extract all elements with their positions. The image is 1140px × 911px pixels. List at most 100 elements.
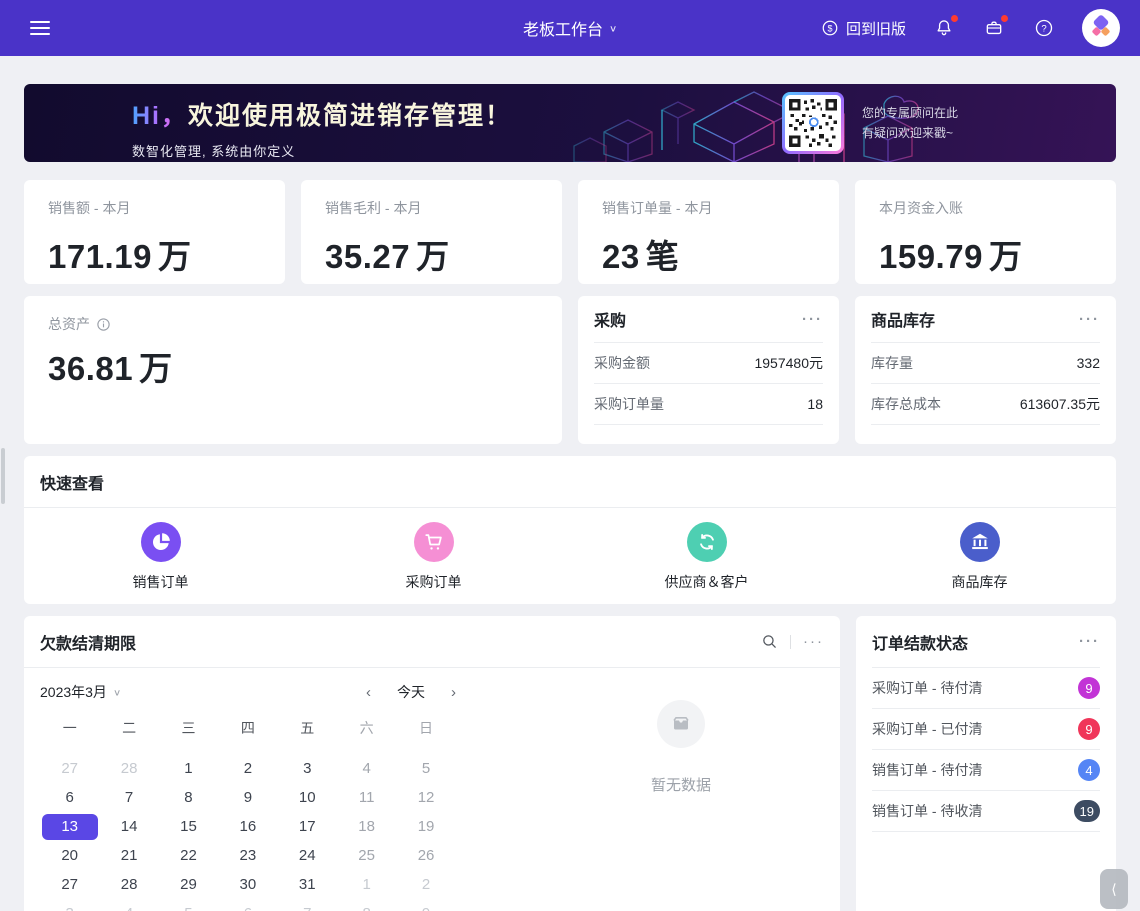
back-to-old-version-button[interactable]: $ 回到旧版 bbox=[821, 18, 906, 39]
calendar-day[interactable]: 22 bbox=[159, 841, 218, 870]
calendar-day[interactable]: 27 bbox=[40, 754, 99, 783]
calendar-day[interactable]: 2 bbox=[396, 870, 455, 899]
calendar-day[interactable]: 26 bbox=[396, 841, 455, 870]
inbox-icon bbox=[669, 712, 693, 736]
calendar-day[interactable]: 1 bbox=[337, 870, 396, 899]
stat-card-gross-profit[interactable]: 销售毛利 - 本月 35.27万 bbox=[301, 180, 562, 284]
status-badge: 9 bbox=[1078, 718, 1100, 740]
divider bbox=[790, 635, 791, 649]
calendar-day[interactable]: 4 bbox=[99, 899, 158, 911]
empty-state: 暂无数据 bbox=[616, 700, 746, 795]
status-row-sales-unreceived[interactable]: 销售订单 - 待收清 19 bbox=[872, 791, 1100, 832]
status-row-purchase-unpaid[interactable]: 采购订单 - 待付清 9 bbox=[872, 668, 1100, 709]
calendar-day[interactable]: 30 bbox=[218, 870, 277, 899]
calendar-day[interactable]: 20 bbox=[40, 841, 99, 870]
calendar-day[interactable]: 23 bbox=[218, 841, 277, 870]
workspace-title-dropdown[interactable]: 老板工作台 ∨ bbox=[523, 16, 617, 40]
status-row-purchase-paid[interactable]: 采购订单 - 已付清 9 bbox=[872, 709, 1100, 750]
calendar-day[interactable]: 28 bbox=[99, 870, 158, 899]
stat-card-order-count[interactable]: 销售订单量 - 本月 23笔 bbox=[578, 180, 839, 284]
calendar-day[interactable]: 14 bbox=[99, 812, 158, 841]
drawer-collapse-handle[interactable]: ⟨ bbox=[1100, 869, 1128, 909]
dollar-circle-icon: $ bbox=[821, 19, 839, 37]
quick-item-sales-orders[interactable]: 销售订单 bbox=[24, 522, 297, 592]
calendar-day[interactable]: 5 bbox=[396, 754, 455, 783]
info-icon[interactable] bbox=[96, 317, 111, 332]
calendar-day[interactable]: 12 bbox=[396, 783, 455, 812]
today-button[interactable]: 今天 bbox=[397, 682, 425, 702]
sync-icon bbox=[687, 522, 727, 562]
calendar-day[interactable]: 9 bbox=[218, 783, 277, 812]
more-icon[interactable]: ··· bbox=[1079, 312, 1100, 327]
calendar-day[interactable]: 1 bbox=[159, 754, 218, 783]
banner-subtitle: 数智化管理, 系统由你定义 bbox=[132, 141, 512, 160]
calendar-day[interactable]: 19 bbox=[396, 812, 455, 841]
calendar-day[interactable]: 24 bbox=[278, 841, 337, 870]
bell-icon bbox=[934, 18, 954, 38]
weekday-label: 日 bbox=[396, 714, 455, 742]
status-badge: 9 bbox=[1078, 677, 1100, 699]
calendar-day[interactable]: 18 bbox=[337, 812, 396, 841]
purchase-card: 采购 ··· 采购金额1957480元 采购订单量18 bbox=[578, 296, 839, 444]
help-icon: ? bbox=[1034, 18, 1054, 38]
search-icon[interactable] bbox=[761, 633, 778, 650]
calendar-day[interactable]: 3 bbox=[278, 754, 337, 783]
help-button[interactable]: ? bbox=[1032, 16, 1056, 40]
quick-item-purchase-orders[interactable]: 采购订单 bbox=[297, 522, 570, 592]
calendar-day[interactable]: 3 bbox=[40, 899, 99, 911]
briefcase-icon bbox=[984, 18, 1004, 38]
debt-deadline-card: 欠款结清期限 ··· 2023年3月 ∨ bbox=[24, 616, 840, 911]
stat-value: 171.19万 bbox=[48, 230, 261, 278]
stats-row: 销售额 - 本月 171.19万 销售毛利 - 本月 35.27万 销售订单量 … bbox=[24, 180, 1116, 284]
quick-item-suppliers-customers[interactable]: 供应商＆客户 bbox=[570, 522, 843, 592]
calendar-day[interactable]: 6 bbox=[40, 783, 99, 812]
calendar-day[interactable]: 11 bbox=[337, 783, 396, 812]
calendar-day[interactable]: 13 bbox=[40, 812, 99, 841]
calendar-day[interactable]: 8 bbox=[337, 899, 396, 911]
calendar-day[interactable]: 17 bbox=[278, 812, 337, 841]
calendar-day[interactable]: 7 bbox=[99, 783, 158, 812]
stat-label: 销售订单量 - 本月 bbox=[602, 198, 815, 218]
calendar-day[interactable]: 9 bbox=[396, 899, 455, 911]
calendar-days: 2728123456789101112131415161718192021222… bbox=[40, 754, 456, 911]
status-row-sales-unpaid[interactable]: 销售订单 - 待付清 4 bbox=[872, 750, 1100, 791]
next-month-button[interactable]: › bbox=[451, 684, 456, 701]
calendar-day[interactable]: 25 bbox=[337, 841, 396, 870]
more-icon[interactable]: ··· bbox=[1079, 634, 1100, 649]
calendar-day[interactable]: 2 bbox=[218, 754, 277, 783]
stat-card-funds-in[interactable]: 本月资金入账 159.79万 bbox=[855, 180, 1116, 284]
workbench-dot bbox=[1001, 15, 1008, 22]
calendar-day[interactable]: 16 bbox=[218, 812, 277, 841]
svg-text:$: $ bbox=[827, 23, 832, 33]
calendar-day[interactable]: 15 bbox=[159, 812, 218, 841]
more-icon[interactable]: ··· bbox=[802, 312, 823, 327]
calendar-day[interactable]: 7 bbox=[278, 899, 337, 911]
workbench-button[interactable] bbox=[982, 16, 1006, 40]
calendar-day[interactable]: 29 bbox=[159, 870, 218, 899]
avatar[interactable] bbox=[1082, 9, 1120, 47]
calendar-day[interactable]: 10 bbox=[278, 783, 337, 812]
calendar-day[interactable]: 21 bbox=[99, 841, 158, 870]
menu-icon[interactable] bbox=[30, 17, 50, 39]
calendar-day[interactable]: 8 bbox=[159, 783, 218, 812]
quick-item-inventory[interactable]: 商品库存 bbox=[843, 522, 1116, 592]
calendar-day[interactable]: 6 bbox=[218, 899, 277, 911]
qr-code bbox=[782, 92, 844, 154]
stat-value: 23笔 bbox=[602, 230, 815, 278]
total-assets-label: 总资产 bbox=[48, 314, 90, 334]
back-to-old-label: 回到旧版 bbox=[846, 18, 906, 39]
page-title: 老板工作台 bbox=[523, 16, 603, 40]
stat-card-sales-amount[interactable]: 销售额 - 本月 171.19万 bbox=[24, 180, 285, 284]
notifications-button[interactable] bbox=[932, 16, 956, 40]
quick-view-card: 快速查看 销售订单 采购订 bbox=[24, 456, 1116, 604]
calendar-day[interactable]: 28 bbox=[99, 754, 158, 783]
calendar-day[interactable]: 4 bbox=[337, 754, 396, 783]
calendar-day[interactable]: 31 bbox=[278, 870, 337, 899]
more-icon[interactable]: ··· bbox=[803, 634, 824, 649]
month-selector[interactable]: 2023年3月 ∨ bbox=[40, 682, 121, 702]
scrollbar-thumb[interactable] bbox=[1, 448, 5, 504]
notification-dot bbox=[951, 15, 958, 22]
prev-month-button[interactable]: ‹ bbox=[366, 684, 371, 701]
calendar-day[interactable]: 27 bbox=[40, 870, 99, 899]
calendar-day[interactable]: 5 bbox=[159, 899, 218, 911]
